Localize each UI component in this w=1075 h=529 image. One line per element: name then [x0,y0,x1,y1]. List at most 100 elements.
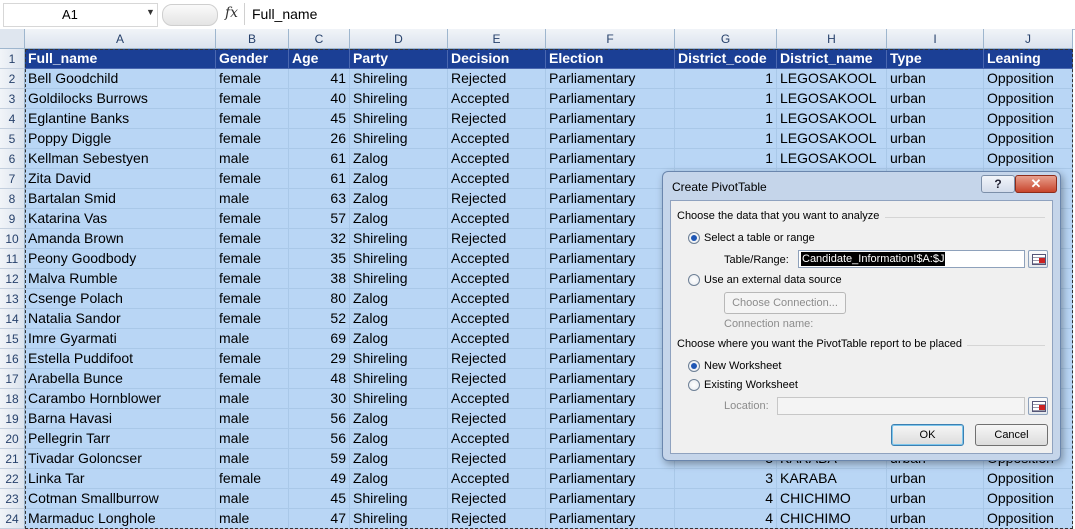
table-cell[interactable]: Accepted [448,129,546,149]
table-cell[interactable]: Katarina Vas [25,209,216,229]
table-cell[interactable]: Cotman Smallburrow [25,489,216,509]
table-cell[interactable]: LEGOSAKOOL [777,69,887,89]
table-cell[interactable]: Shireling [350,89,448,109]
row-header[interactable]: 15 [0,329,25,349]
table-cell[interactable]: Zalog [350,209,448,229]
column-header-i[interactable]: I [887,29,984,49]
table-cell[interactable]: 26 [289,129,350,149]
table-cell[interactable]: LEGOSAKOOL [777,89,887,109]
table-cell[interactable]: Parliamentary [546,369,675,389]
table-cell[interactable]: 1 [675,109,777,129]
table-cell[interactable]: Goldilocks Burrows [25,89,216,109]
table-cell[interactable]: Zalog [350,169,448,189]
table-cell[interactable]: Peony Goodbody [25,249,216,269]
row-header[interactable]: 14 [0,309,25,329]
table-cell[interactable]: Parliamentary [546,149,675,169]
row-header[interactable]: 3 [0,89,25,109]
table-cell[interactable]: Estella Puddifoot [25,349,216,369]
column-header-c[interactable]: C [289,29,350,49]
table-cell[interactable]: Accepted [448,269,546,289]
table-cell[interactable]: Rejected [448,369,546,389]
row-header[interactable]: 10 [0,229,25,249]
name-box[interactable]: A1 ▼ [3,3,158,27]
row-header[interactable]: 8 [0,189,25,209]
table-cell[interactable]: Opposition [984,129,1073,149]
table-cell[interactable]: Parliamentary [546,209,675,229]
table-cell[interactable]: 48 [289,369,350,389]
table-cell[interactable]: male [216,409,289,429]
table-cell[interactable]: Accepted [448,329,546,349]
table-cell[interactable]: female [216,469,289,489]
table-cell[interactable]: 35 [289,249,350,269]
table-cell[interactable]: male [216,189,289,209]
table-cell[interactable]: Parliamentary [546,429,675,449]
column-header-e[interactable]: E [448,29,546,49]
table-cell[interactable]: Linka Tar [25,469,216,489]
table-cell[interactable]: Parliamentary [546,329,675,349]
table-cell[interactable]: Parliamentary [546,189,675,209]
table-cell[interactable]: male [216,449,289,469]
table-cell[interactable]: male [216,389,289,409]
table-cell[interactable]: male [216,509,289,529]
external-source-radio[interactable] [688,274,700,286]
table-cell[interactable]: urban [887,469,984,489]
table-cell[interactable]: Parliamentary [546,129,675,149]
table-cell[interactable]: 1 [675,69,777,89]
row-header[interactable]: 19 [0,409,25,429]
table-cell[interactable]: Parliamentary [546,89,675,109]
table-cell[interactable]: Poppy Diggle [25,129,216,149]
table-cell[interactable]: Rejected [448,69,546,89]
table-cell[interactable]: Shireling [350,349,448,369]
table-cell[interactable]: 40 [289,89,350,109]
row-header[interactable]: 12 [0,269,25,289]
column-header-g[interactable]: G [675,29,777,49]
table-cell[interactable]: Parliamentary [546,229,675,249]
table-cell[interactable]: Zalog [350,329,448,349]
table-cell[interactable]: 80 [289,289,350,309]
formula-input[interactable]: Full_name [252,6,317,22]
table-cell[interactable]: Accepted [448,249,546,269]
table-cell[interactable]: male [216,149,289,169]
table-cell[interactable]: female [216,89,289,109]
row-header[interactable]: 7 [0,169,25,189]
table-cell[interactable]: Accepted [448,429,546,449]
table-cell[interactable]: Parliamentary [546,69,675,89]
table-cell[interactable]: Zalog [350,469,448,489]
table-cell[interactable]: male [216,429,289,449]
chevron-down-icon[interactable]: ▼ [146,7,155,17]
header-cell[interactable]: Full_name [25,49,216,69]
table-cell[interactable]: Natalia Sandor [25,309,216,329]
table-cell[interactable]: 52 [289,309,350,329]
table-cell[interactable]: Parliamentary [546,389,675,409]
table-cell[interactable]: 29 [289,349,350,369]
column-header-h[interactable]: H [777,29,887,49]
table-cell[interactable]: Opposition [984,89,1073,109]
ok-button[interactable]: OK [891,424,964,446]
table-cell[interactable]: Shireling [350,109,448,129]
table-cell[interactable]: 1 [675,129,777,149]
range-picker-icon[interactable] [1028,250,1048,268]
table-cell[interactable]: female [216,129,289,149]
table-cell[interactable]: Rejected [448,109,546,129]
table-cell[interactable]: Zalog [350,429,448,449]
table-cell[interactable]: Shireling [350,229,448,249]
header-cell[interactable]: Party [350,49,448,69]
column-header-f[interactable]: F [546,29,675,49]
table-cell[interactable]: Opposition [984,469,1073,489]
table-cell[interactable]: 63 [289,189,350,209]
row-header[interactable]: 1 [0,49,25,69]
column-header-b[interactable]: B [216,29,289,49]
table-cell[interactable]: 49 [289,469,350,489]
table-cell[interactable]: urban [887,89,984,109]
table-cell[interactable]: Zalog [350,409,448,429]
table-cell[interactable]: Bartalan Smid [25,189,216,209]
existing-worksheet-radio[interactable] [688,379,700,391]
table-cell[interactable]: Accepted [448,209,546,229]
row-header[interactable]: 6 [0,149,25,169]
table-cell[interactable]: Shireling [350,509,448,529]
new-worksheet-radio[interactable] [688,360,700,372]
table-cell[interactable]: urban [887,109,984,129]
table-cell[interactable]: Opposition [984,149,1073,169]
table-cell[interactable]: Tivadar Goloncser [25,449,216,469]
select-all-corner[interactable] [0,29,25,49]
